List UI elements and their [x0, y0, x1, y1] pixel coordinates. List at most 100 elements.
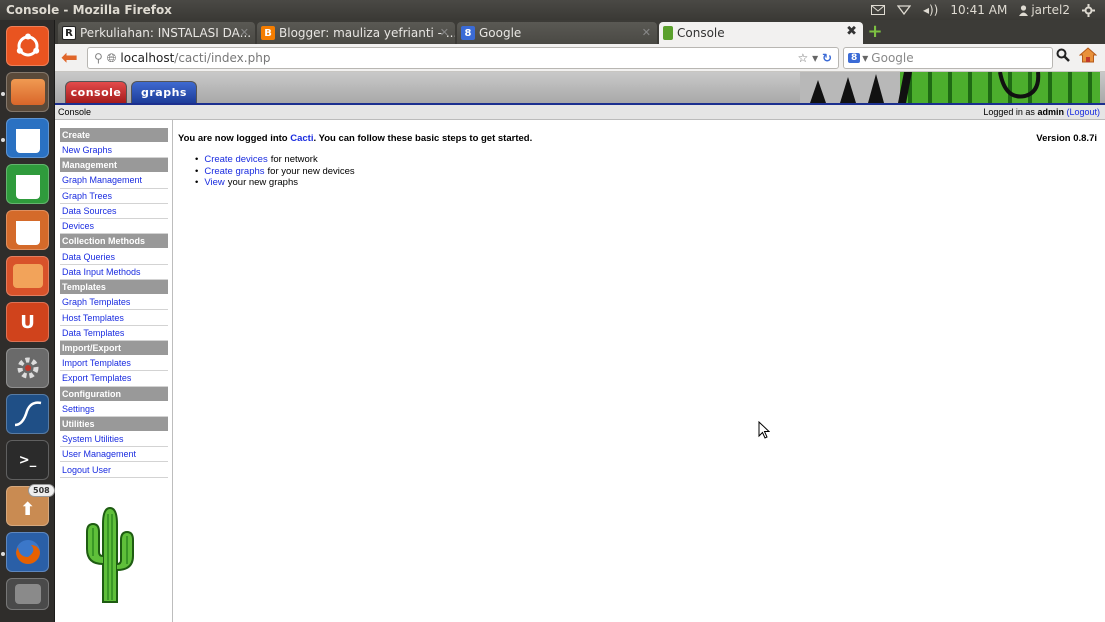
- menu-heading-utilities: Utilities: [60, 416, 168, 432]
- menu-heading-templates: Templates: [60, 280, 168, 296]
- list-item: View your new graphs: [195, 177, 355, 189]
- google-search-icon[interactable]: 8: [848, 53, 861, 63]
- running-indicator: [1, 552, 5, 556]
- menu-item-host-templates[interactable]: Host Templates: [60, 310, 168, 326]
- menu-item-graph-trees[interactable]: Graph Trees: [60, 189, 168, 204]
- tab-perkuliahan[interactable]: R Perkuliahan: INSTALASI DA... ✕: [58, 22, 255, 44]
- wireshark-icon[interactable]: [6, 394, 49, 434]
- breadcrumb: Console Logged in as admin (Logout): [55, 103, 1105, 120]
- search-magnifier-icon[interactable]: [1056, 48, 1074, 68]
- main-content: You are now logged into Cacti. You can f…: [173, 120, 1105, 622]
- new-tab-button[interactable]: +: [866, 23, 884, 41]
- url-path: /cacti/index.php: [174, 51, 271, 65]
- reload-icon[interactable]: ↻: [822, 51, 832, 65]
- user-name: jartel2: [1031, 3, 1070, 17]
- update-manager-icon[interactable]: 508 ⬆: [6, 484, 55, 526]
- session-gear-icon[interactable]: [1082, 3, 1095, 17]
- cactus-logo-icon: [77, 504, 143, 604]
- menu-item-graph-management[interactable]: Graph Management: [60, 173, 168, 189]
- menu-item-devices[interactable]: Devices: [60, 219, 168, 235]
- bookmark-star-icon[interactable]: ☆: [797, 51, 808, 65]
- close-tab-icon[interactable]: ✕: [642, 26, 651, 39]
- menu-item-data-input-methods[interactable]: Data Input Methods: [60, 265, 168, 281]
- window-title: Console - Mozilla Firefox: [6, 3, 172, 17]
- menu-item-new-graphs[interactable]: New Graphs: [60, 143, 168, 159]
- close-tab-icon[interactable]: ✕: [240, 26, 249, 39]
- cacti-page: console graphs Console Logged in as admi…: [55, 72, 1105, 622]
- search-bar[interactable]: 8 ▾ Google: [843, 47, 1053, 69]
- user-icon: [1019, 4, 1029, 16]
- clock[interactable]: 10:41 AM: [950, 3, 1007, 17]
- menu-item-logout-user[interactable]: Logout User: [60, 462, 168, 478]
- close-tab-icon[interactable]: ✖: [846, 24, 857, 39]
- mail-icon[interactable]: [870, 5, 885, 15]
- console-tab[interactable]: console: [65, 81, 127, 103]
- volume-icon[interactable]: ◂)): [923, 3, 938, 17]
- graphs-tab[interactable]: graphs: [131, 81, 197, 103]
- ubuntu-one-icon[interactable]: U: [6, 302, 49, 342]
- menu-item-data-queries[interactable]: Data Queries: [60, 249, 168, 265]
- writer-icon[interactable]: [6, 118, 49, 158]
- tab-label: Blogger: mauliza yefrianti - ...: [279, 26, 455, 40]
- software-center-icon[interactable]: [6, 256, 49, 296]
- home-icon[interactable]: [1078, 47, 1099, 67]
- cactus-banner-icon: [800, 72, 1100, 103]
- menu-list: Create New Graphs Management Graph Manageme…: [60, 128, 168, 478]
- tab-console[interactable]: Console ✖: [659, 22, 863, 44]
- system-settings-icon[interactable]: [6, 348, 49, 388]
- identity-icon[interactable]: ⚲: [94, 51, 103, 65]
- running-indicator: [1, 92, 5, 96]
- ubuntu-dash-icon[interactable]: [6, 26, 49, 66]
- search-engine-dropdown-icon[interactable]: ▾: [862, 51, 868, 65]
- menu-item-graph-templates[interactable]: Graph Templates: [60, 295, 168, 311]
- view-graphs-link[interactable]: View: [204, 177, 224, 188]
- breadcrumb-current: Console: [58, 107, 92, 117]
- network-icon[interactable]: [896, 5, 911, 15]
- close-tab-icon[interactable]: ✕: [440, 26, 449, 39]
- back-button[interactable]: ⬅: [61, 47, 83, 68]
- search-placeholder: Google: [871, 51, 914, 65]
- calc-icon[interactable]: [6, 164, 49, 204]
- workspace-switcher-icon[interactable]: [6, 578, 49, 610]
- firefox-icon[interactable]: [6, 532, 49, 572]
- menu-item-export-templates[interactable]: Export Templates: [60, 371, 168, 387]
- menu-item-data-templates[interactable]: Data Templates: [60, 326, 168, 341]
- list-item: Create graphs for your new devices: [195, 166, 354, 178]
- cacti-link[interactable]: Cacti: [290, 133, 313, 144]
- firefox-window: R Perkuliahan: INSTALASI DA... ✕ B Blogg…: [55, 20, 1105, 622]
- menu-heading-create: Create: [60, 128, 168, 143]
- tab-label: Console: [677, 26, 725, 40]
- google-favicon-icon: 8: [461, 26, 475, 40]
- login-info: Logged in as admin (Logout): [983, 107, 1100, 117]
- update-count-badge: 508: [28, 484, 55, 497]
- create-devices-link[interactable]: Create devices: [204, 154, 267, 165]
- tab-blogger[interactable]: B Blogger: mauliza yefrianti - ... ✕: [257, 22, 455, 44]
- user-menu[interactable]: jartel2: [1019, 3, 1070, 17]
- tab-google[interactable]: 8 Google ✕: [457, 22, 657, 44]
- top-panel: Console - Mozilla Firefox ◂)) 10:41 AM j…: [0, 0, 1105, 20]
- terminal-icon[interactable]: >_: [6, 440, 49, 480]
- welcome-message: You are now logged into Cacti. You can f…: [178, 133, 533, 144]
- url-bar[interactable]: ⚲ 🌐︎ localhost/cacti/index.php ☆ ▾ ↻: [87, 47, 839, 69]
- files-icon[interactable]: [6, 72, 49, 112]
- unity-launcher: U >_ 508 ⬆: [0, 20, 55, 622]
- menu-heading-collection-methods: Collection Methods: [60, 234, 168, 250]
- navigation-bar: ⬅ ⚲ 🌐︎ localhost/cacti/index.php ☆ ▾ ↻ 8…: [55, 44, 1105, 72]
- cacti-favicon-icon: [663, 26, 673, 40]
- tab-label: Perkuliahan: INSTALASI DA...: [80, 26, 252, 40]
- menu-item-system-utilities[interactable]: System Utilities: [60, 432, 168, 448]
- logout-link[interactable]: (Logout): [1066, 107, 1100, 117]
- menu-item-import-templates[interactable]: Import Templates: [60, 356, 168, 372]
- menu-item-user-management[interactable]: User Management: [60, 447, 168, 463]
- impress-icon[interactable]: [6, 210, 49, 250]
- globe-icon: 🌐︎: [106, 50, 117, 65]
- dropdown-arrow-icon[interactable]: ▾: [812, 51, 818, 65]
- menu-item-data-sources[interactable]: Data Sources: [60, 204, 168, 220]
- console-menu: Create New Graphs Management Graph Manageme…: [55, 120, 173, 622]
- create-graphs-link[interactable]: Create graphs: [204, 166, 264, 177]
- url-host: localhost: [120, 51, 175, 65]
- list-item: Create devices for network: [195, 154, 355, 166]
- cacti-header: console graphs: [55, 72, 1105, 103]
- tab-label: Google: [479, 26, 522, 40]
- menu-item-settings[interactable]: Settings: [60, 402, 168, 417]
